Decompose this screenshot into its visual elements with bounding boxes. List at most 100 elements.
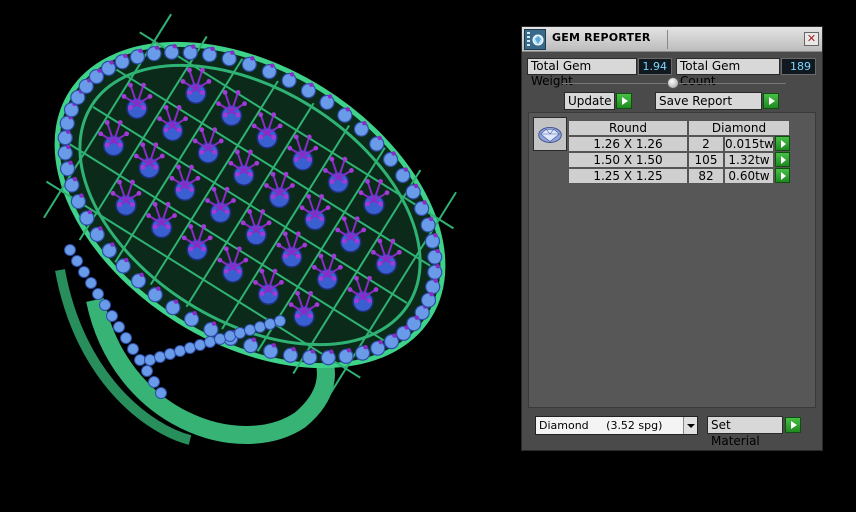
gem-prong — [217, 257, 223, 263]
gem-prong — [176, 105, 182, 110]
set-material-go-icon[interactable] — [785, 417, 801, 433]
gem-prong — [163, 105, 169, 110]
gem-prong — [250, 56, 255, 61]
select-row-go-icon[interactable] — [775, 152, 790, 167]
gem-prong — [258, 134, 264, 140]
gem-prong — [345, 107, 350, 112]
titlebar-divider — [667, 30, 668, 49]
gem-prong — [228, 160, 234, 166]
gem-prong — [141, 82, 146, 88]
gem-prong — [384, 190, 390, 196]
gem-prong — [222, 89, 228, 95]
gem-prong — [378, 179, 383, 184]
shank-gem — [214, 333, 226, 345]
gem-prong — [176, 164, 181, 170]
3d-viewport[interactable] — [0, 0, 520, 512]
gem-prong — [310, 349, 315, 354]
gem-prong — [234, 172, 240, 177]
gem-prong — [152, 201, 158, 207]
gem-prong — [235, 112, 241, 118]
gem-prong — [211, 186, 217, 192]
gem-prong — [329, 156, 335, 162]
shank-gem — [71, 255, 83, 267]
close-icon[interactable]: ✕ — [804, 32, 819, 46]
gem-prong — [141, 105, 146, 111]
round-diamond-thumbnail-icon[interactable] — [533, 117, 567, 151]
gem-prong — [354, 298, 359, 304]
save-report-button[interactable]: Save Report — [655, 92, 762, 110]
gem-prong — [306, 194, 311, 199]
gem-count-cell: 82 — [688, 168, 724, 184]
gem-prong — [236, 246, 242, 252]
gem-prong — [367, 298, 372, 304]
gem-prong — [378, 340, 383, 345]
gem-size-cell: 1.50 X 1.50 — [568, 152, 688, 168]
gem-prong — [212, 149, 218, 155]
gem-prong — [435, 264, 441, 269]
gem-prong — [153, 142, 159, 148]
gem-prong — [201, 224, 207, 229]
gem-prong — [230, 50, 235, 55]
gem-prong — [318, 276, 324, 281]
material-column-header: Diamond — [688, 120, 790, 136]
ring-model-render[interactable] — [0, 0, 520, 512]
gem-prong — [306, 216, 311, 222]
gem-prong — [195, 175, 201, 181]
gem-prong — [138, 48, 143, 54]
shank-gem — [194, 339, 206, 351]
gem-prong — [295, 253, 301, 259]
gem-prong — [188, 224, 194, 229]
material-dropdown[interactable]: Diamond (3.52 spg) — [535, 416, 698, 435]
gem-prong — [123, 53, 128, 58]
gem-prong — [279, 279, 284, 285]
gem-prong — [176, 127, 182, 133]
gem-prong — [319, 216, 324, 222]
select-row-go-icon[interactable] — [775, 136, 790, 151]
total-gem-count-label: Total Gem Count — [676, 58, 780, 88]
panel-titlebar[interactable]: GEM REPORTER ✕ — [522, 27, 822, 52]
gem-prong — [295, 313, 300, 319]
gem-prong — [276, 242, 282, 248]
gem-prong — [346, 348, 352, 353]
gem-prong — [128, 82, 133, 88]
gem-size-cell: 1.25 X 1.25 — [568, 168, 688, 184]
gem-prong — [354, 216, 360, 222]
panel-splitter-handle[interactable] — [667, 77, 679, 89]
gem-size-cell: 1.26 X 1.26 — [568, 136, 688, 152]
gem-prong — [306, 157, 312, 162]
gem-prong — [216, 101, 221, 107]
gem-prong — [391, 151, 396, 156]
gem-prong — [264, 183, 269, 188]
gem-prong — [231, 198, 236, 203]
gem-prong — [428, 216, 434, 222]
gem-prong — [270, 194, 276, 200]
gem-prong — [270, 63, 275, 68]
shank-gem — [134, 354, 146, 366]
chevron-down-icon[interactable] — [683, 417, 697, 434]
gem-prong — [247, 172, 253, 177]
shank-gem — [164, 348, 176, 360]
gem-prong — [87, 209, 93, 215]
shape-column-header: Round — [568, 120, 688, 136]
gem-prong — [235, 89, 241, 95]
gem-prong — [283, 194, 289, 200]
update-button[interactable]: Update — [564, 92, 615, 110]
gem-prong — [342, 156, 348, 162]
gem-prong — [224, 186, 230, 192]
set-material-button[interactable]: Set Material — [707, 416, 783, 448]
gem-prong — [79, 193, 84, 198]
select-row-go-icon[interactable] — [775, 168, 790, 183]
shank-gem — [113, 321, 125, 333]
gem-prong — [295, 290, 300, 296]
gem-prong — [110, 242, 115, 247]
shank-gem — [120, 332, 132, 344]
gem-prong — [341, 216, 347, 222]
gem-count-cell: 105 — [688, 152, 724, 168]
gem-prong — [140, 164, 146, 170]
shank-gem — [234, 327, 246, 339]
gem-prong — [212, 127, 218, 133]
gem-prong — [218, 138, 224, 144]
update-go-icon[interactable] — [616, 93, 632, 109]
save-report-go-icon[interactable] — [763, 93, 779, 109]
gem-prong — [205, 198, 210, 203]
